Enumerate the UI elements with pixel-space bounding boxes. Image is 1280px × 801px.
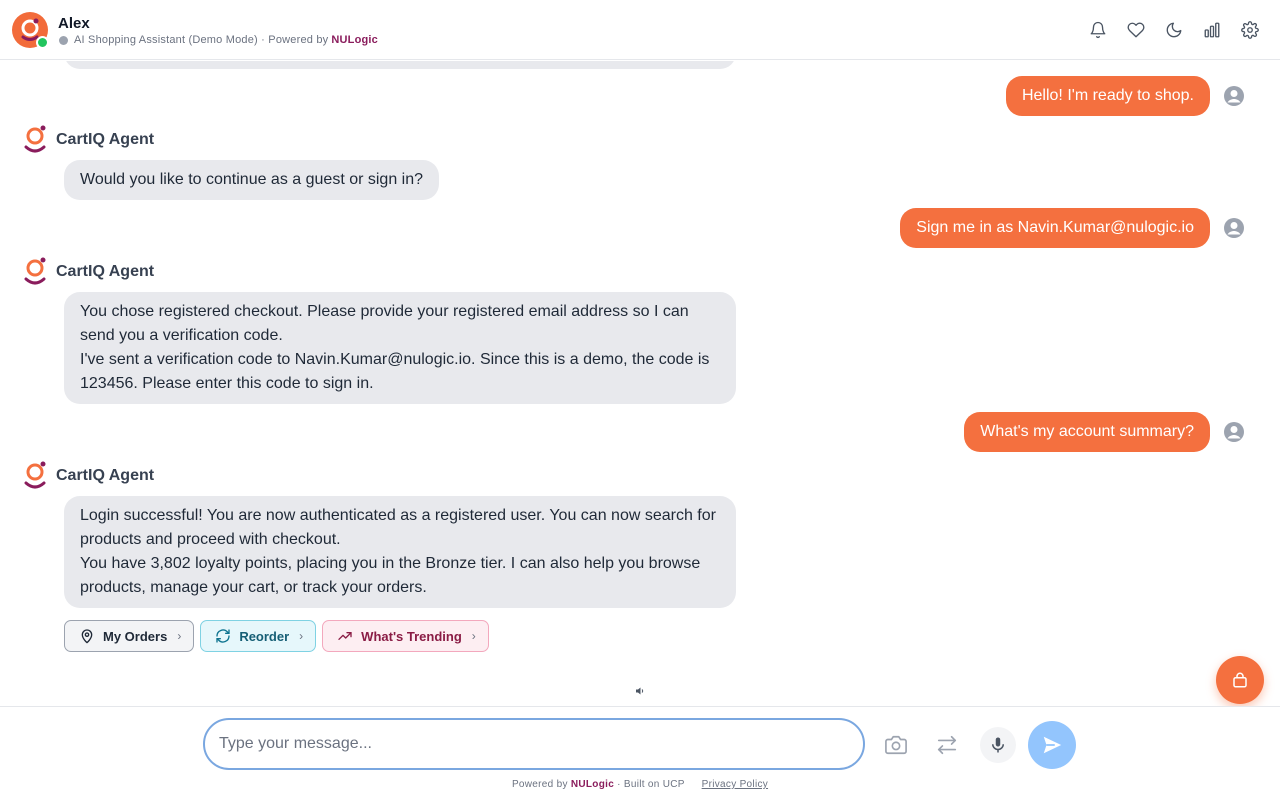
my-orders-label: My Orders [103,628,168,644]
agent-name: CartIQ Agent [56,467,155,484]
swap-arrows-icon [937,735,957,755]
subtitle-brand: NULogic [331,34,378,46]
agent-message-bubble: Would you like to continue as a guest or… [64,160,440,200]
heart-icon[interactable] [1124,18,1148,42]
footer-brand: NULogic [570,779,615,790]
microphone-icon [992,737,1004,753]
online-status-dot [36,36,49,49]
camera-button[interactable] [878,727,914,763]
gear-icon[interactable] [1238,18,1262,42]
chevron-right-icon: › [471,629,476,643]
agent-message-line: You have 3,802 loyalty points, placing y… [80,555,701,596]
agent-header: CartIQ Agent [22,255,154,289]
refresh-icon [216,629,230,643]
agent-message-bubble: You chose registered checkout. Please pr… [64,292,736,404]
previous-message-bubble [64,61,736,69]
powered-by-footer: Powered by NULogic · Built on UCP Privac… [0,779,1280,790]
moon-icon[interactable] [1162,18,1186,42]
whats-trending-button[interactable]: What's Trending › [322,620,489,652]
agent-message-bubble: Login successful! You are now authentica… [64,496,736,608]
speaker-icon[interactable] [634,685,646,697]
user-message-bubble: Sign me in as Navin.Kumar@nulogic.io [900,208,1210,248]
swap-button[interactable] [929,727,965,763]
message-input[interactable] [203,718,865,770]
trending-up-icon [338,632,352,640]
agent-logo-icon [24,461,46,489]
agent-logo-icon [24,125,46,153]
composer-footer: Powered by NULogic · Built on UCP Privac… [0,706,1280,801]
agent-message-line: Login successful! You are now authentica… [80,507,716,548]
chat-area[interactable]: Hello! I'm ready to shop. CartIQ Agent W… [0,61,1280,706]
send-button[interactable] [1028,721,1076,769]
powered-prefix: Powered by [511,779,568,790]
app-logo [12,12,49,49]
cart-button[interactable] [1216,656,1264,704]
agent-name: CartIQ Agent [56,131,155,148]
app-subtitle: AI Shopping Assistant (Demo Mode) · Powe… [59,34,378,46]
agent-header: CartIQ Agent [22,459,154,493]
mode-indicator-icon [59,35,68,45]
quick-actions: My Orders › Reorder › What's Trending › [64,620,489,652]
agent-message-line: I've sent a verification code to Navin.K… [80,351,710,392]
my-orders-button[interactable]: My Orders › [64,620,195,652]
microphone-button[interactable] [980,727,1016,763]
agent-header: CartIQ Agent [22,123,154,157]
send-icon [1043,736,1062,754]
subtitle-text: AI Shopping Assistant (Demo Mode) · Powe… [74,34,329,46]
bar-chart-icon[interactable] [1200,18,1224,42]
built-on-text: · Built on UCP [617,779,685,790]
chevron-right-icon: › [299,629,304,643]
app-header: Alex AI Shopping Assistant (Demo Mode) ·… [0,0,1280,60]
agent-name: CartIQ Agent [56,263,155,280]
user-message: Hello! I'm ready to shop. [1005,76,1246,116]
user-message-bubble: What's my account summary? [964,412,1210,452]
agent-message-line: You chose registered checkout. Please pr… [80,303,689,344]
camera-icon [885,735,907,755]
bell-icon[interactable] [1086,18,1110,42]
user-avatar-icon [1224,86,1244,106]
user-message: What's my account summary? [964,412,1246,452]
privacy-policy-link[interactable]: Privacy Policy [702,779,768,790]
user-message: Sign me in as Navin.Kumar@nulogic.io [900,208,1246,248]
user-avatar-icon [1224,422,1244,442]
user-message-bubble: Hello! I'm ready to shop. [1005,76,1210,116]
app-title: Alex [58,15,90,32]
user-avatar-icon [1224,218,1244,238]
whats-trending-label: What's Trending [361,628,462,644]
agent-logo-icon [24,257,46,285]
shopping-bag-icon [1233,672,1247,688]
location-pin-icon [81,629,93,644]
reorder-button[interactable]: Reorder › [200,620,317,652]
reorder-label: Reorder [239,628,290,644]
chevron-right-icon: › [177,629,182,643]
header-actions [1086,18,1262,42]
